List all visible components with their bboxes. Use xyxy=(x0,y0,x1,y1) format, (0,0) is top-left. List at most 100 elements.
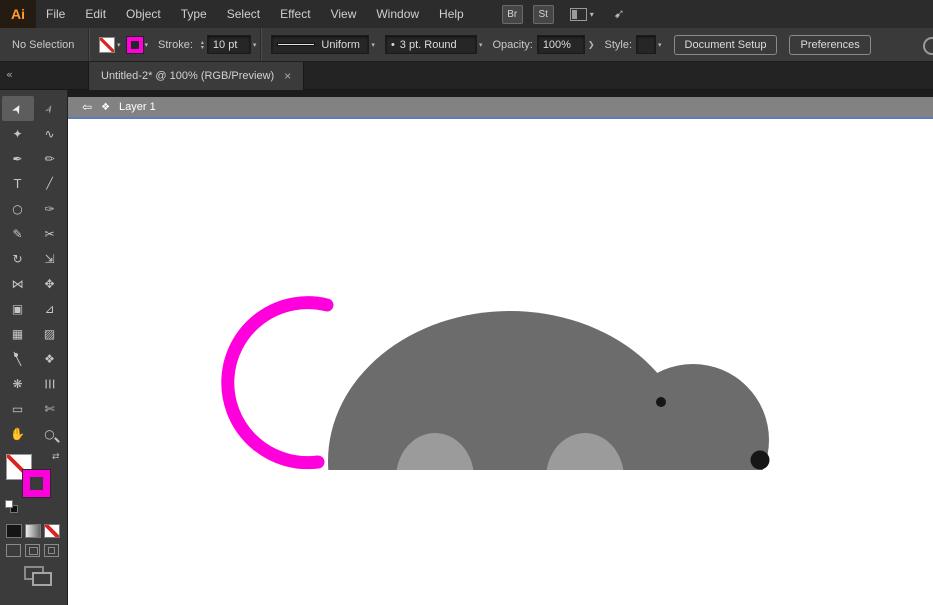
chevron-down-icon[interactable]: ▾ xyxy=(253,41,257,49)
workspace-switcher[interactable]: ▾ xyxy=(570,8,594,21)
rotate-tool[interactable]: ↻ xyxy=(2,246,34,271)
mesh-tool-icon: ▦ xyxy=(12,327,23,341)
magic-wand-tool[interactable]: ✦ xyxy=(2,121,34,146)
scissors-tool-icon: ✂ xyxy=(44,227,54,241)
eyedropper-tool[interactable]: ╲ xyxy=(2,346,34,371)
blend-tool[interactable]: ❖ xyxy=(34,346,66,371)
menu-window[interactable]: Window xyxy=(366,0,429,28)
perspective-grid-tool[interactable]: ⊿ xyxy=(34,296,66,321)
color-button[interactable] xyxy=(6,524,22,538)
width-tool[interactable]: ⋈ xyxy=(2,271,34,296)
opacity-flyout-icon[interactable]: ❯ xyxy=(588,40,595,49)
menu-select[interactable]: Select xyxy=(217,0,270,28)
direct-selection-tool-icon: ➢ xyxy=(41,101,58,116)
menu-help[interactable]: Help xyxy=(429,0,474,28)
free-transform-tool[interactable]: ✥ xyxy=(34,271,66,296)
swap-fill-stroke-icon[interactable]: ⇄ xyxy=(52,452,60,462)
brush-dot-icon: • xyxy=(391,39,395,51)
document-tab-title: Untitled-2* @ 100% (RGB/Preview) xyxy=(101,70,274,82)
zoom-tool-icon: ○ xyxy=(44,427,54,441)
hand-tool[interactable]: ✋ xyxy=(2,421,34,446)
zoom-tool[interactable]: ○ xyxy=(34,421,66,446)
type-tool[interactable]: T xyxy=(2,171,34,196)
column-graph-tool[interactable]: ☰ xyxy=(34,371,66,396)
opacity-field[interactable]: 100% xyxy=(537,35,585,54)
draw-inside-button[interactable] xyxy=(44,544,59,557)
gradient-tool[interactable]: ▨ xyxy=(34,321,66,346)
artboard-tool[interactable]: ▭ xyxy=(2,396,34,421)
curvature-tool[interactable]: ✏ xyxy=(34,146,66,171)
perspective-grid-tool-icon: ⊿ xyxy=(44,302,54,316)
separator xyxy=(260,28,261,61)
menu-edit[interactable]: Edit xyxy=(75,0,116,28)
lasso-tool-icon: ∿ xyxy=(44,127,54,141)
canvas[interactable] xyxy=(68,119,933,605)
preferences-button[interactable]: Preferences xyxy=(789,35,870,55)
draw-normal-button[interactable] xyxy=(6,544,21,557)
partial-panel-icon[interactable] xyxy=(923,37,933,55)
ellipse-tool-icon: ○ xyxy=(12,202,22,216)
brush-dropdown[interactable]: • 3 pt. Round xyxy=(385,35,477,54)
workspace-layout-icon xyxy=(570,8,587,21)
mouse-nose[interactable] xyxy=(751,451,770,470)
menu-effect[interactable]: Effect xyxy=(270,0,320,28)
fill-color-swatch[interactable] xyxy=(99,37,115,53)
none-button[interactable] xyxy=(44,524,60,538)
mouse-tail[interactable] xyxy=(228,303,327,463)
collapse-panel-button[interactable]: « xyxy=(6,68,13,81)
chevron-down-icon[interactable]: ▾ xyxy=(145,41,149,49)
slice-tool[interactable]: ✄ xyxy=(34,396,66,421)
slice-tool-icon: ✄ xyxy=(44,402,54,416)
chevron-down-icon[interactable]: ▾ xyxy=(479,41,483,49)
stroke-weight-field[interactable]: 10 pt xyxy=(207,35,251,54)
gpu-performance-icon[interactable]: ➹ xyxy=(614,7,625,22)
document-setup-button[interactable]: Document Setup xyxy=(674,35,778,55)
line-segment-tool-icon: ╱ xyxy=(46,177,53,190)
draw-behind-button[interactable] xyxy=(25,544,40,557)
default-fill-stroke-icon[interactable] xyxy=(5,500,18,513)
menu-type[interactable]: Type xyxy=(171,0,217,28)
hand-tool-icon: ✋ xyxy=(10,427,25,441)
scale-tool[interactable]: ⇲ xyxy=(34,246,66,271)
selection-status: No Selection xyxy=(12,39,76,51)
document-tab[interactable]: Untitled-2* @ 100% (RGB/Preview) × xyxy=(88,62,304,90)
chevron-down-icon[interactable]: ▾ xyxy=(117,41,121,49)
stepper-down-icon[interactable]: ▾ xyxy=(201,45,204,50)
mouse-eye[interactable] xyxy=(656,397,666,407)
scissors-tool[interactable]: ✂ xyxy=(34,221,66,246)
ellipse-tool[interactable]: ○ xyxy=(2,196,34,221)
eyedropper-tool-icon: ╲ xyxy=(14,352,21,366)
stock-button[interactable]: St xyxy=(533,5,554,24)
chevron-down-icon[interactable]: ▾ xyxy=(658,41,662,49)
line-segment-tool[interactable]: ╱ xyxy=(34,171,66,196)
screen-mode-button[interactable] xyxy=(24,566,54,588)
style-swatch[interactable] xyxy=(636,35,656,54)
document-tab-strip: « Untitled-2* @ 100% (RGB/Preview) × xyxy=(0,62,933,90)
stroke-swatch[interactable] xyxy=(23,470,50,497)
gradient-tool-icon: ▨ xyxy=(44,327,55,341)
stroke-weight-stepper[interactable]: ▴ ▾ xyxy=(201,40,204,50)
tools-panel: ➤ ➢ ✦ ∿ ✒ ✏T ╱ ○ ✑✎ ✂ ↻⇲⋈✥ ▣ ⊿ ▦ ▨ ╲ ❖❋☰▭ ✄ ✋ ○ ⇄ xyxy=(0,90,68,605)
close-icon[interactable]: × xyxy=(284,69,291,83)
bridge-button[interactable]: Br xyxy=(502,5,523,24)
pen-tool-icon: ✒ xyxy=(12,152,22,166)
direct-selection-tool[interactable]: ➢ xyxy=(34,96,66,121)
menu-object[interactable]: Object xyxy=(116,0,171,28)
selection-tool[interactable]: ➤ xyxy=(2,96,34,121)
gradient-button[interactable] xyxy=(25,524,41,538)
back-arrow-icon[interactable]: ⇦ xyxy=(82,100,92,114)
mesh-tool[interactable]: ▦ xyxy=(2,321,34,346)
shape-builder-tool[interactable]: ▣ xyxy=(2,296,34,321)
symbol-sprayer-tool[interactable]: ❋ xyxy=(2,371,34,396)
layers-icon: ❖ xyxy=(101,102,110,113)
lasso-tool[interactable]: ∿ xyxy=(34,121,66,146)
shaper-tool[interactable]: ✎ xyxy=(2,221,34,246)
stroke-color-swatch[interactable] xyxy=(127,37,143,53)
paintbrush-tool[interactable]: ✑ xyxy=(34,196,66,221)
width-profile-dropdown[interactable]: Uniform xyxy=(271,35,369,54)
menu-view[interactable]: View xyxy=(321,0,367,28)
shape-builder-tool-icon: ▣ xyxy=(12,302,23,316)
chevron-down-icon[interactable]: ▾ xyxy=(371,41,375,49)
menu-file[interactable]: File xyxy=(36,0,75,28)
pen-tool[interactable]: ✒ xyxy=(2,146,34,171)
